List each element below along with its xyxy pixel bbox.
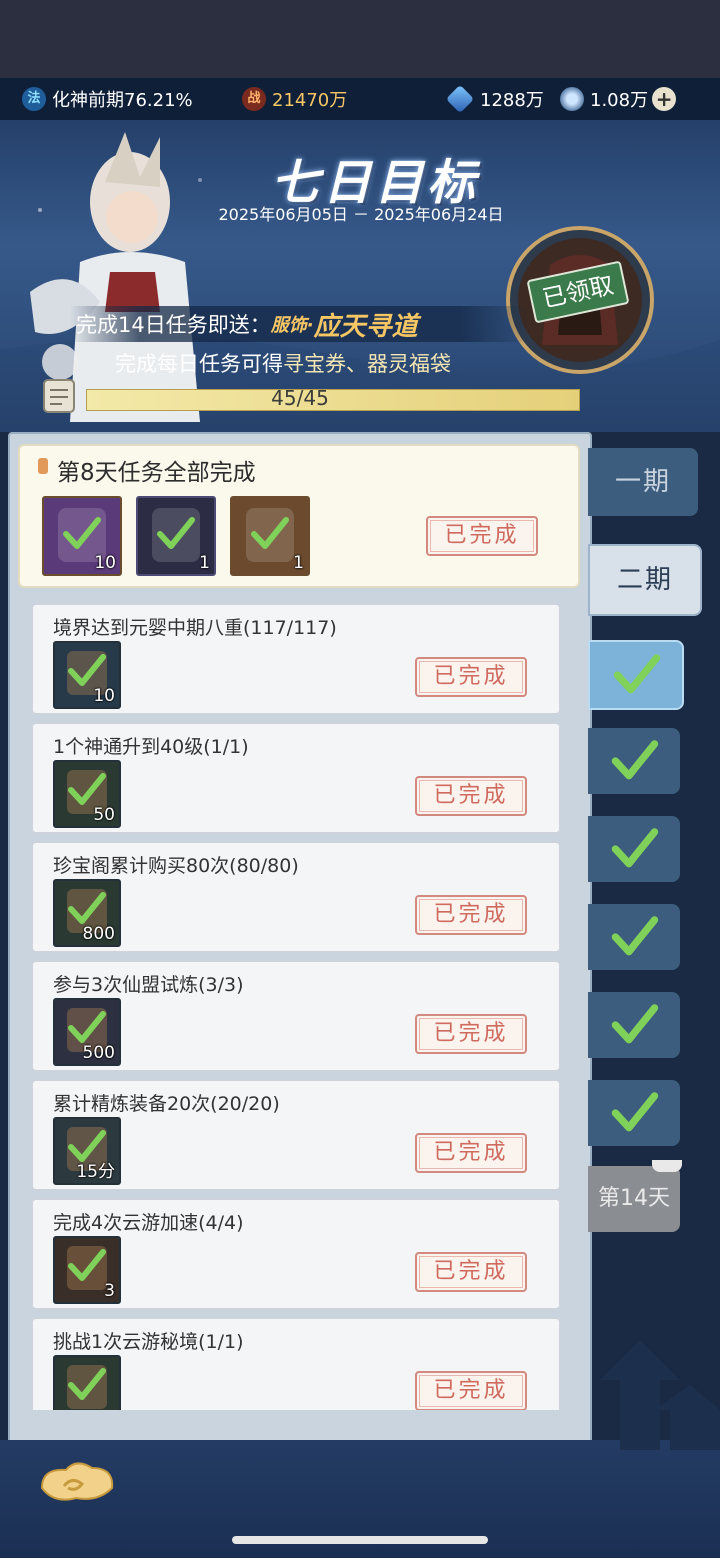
power-text: 21470万: [272, 90, 348, 111]
checkmark-icon: [611, 1004, 659, 1044]
reward-item[interactable]: 1: [136, 496, 216, 576]
realm-text: 化神前期76.21%: [52, 90, 193, 111]
reward-item[interactable]: 10: [42, 496, 122, 576]
tab-day-completed[interactable]: [588, 1080, 680, 1146]
task-status-button[interactable]: 已完成: [415, 1133, 527, 1173]
task-status-button[interactable]: 已完成: [415, 776, 527, 816]
task-reward-count: 50: [93, 805, 115, 825]
plus-icon[interactable]: +: [652, 87, 677, 111]
crystal-icon: [445, 84, 475, 114]
task-reward-item[interactable]: 10: [53, 641, 121, 709]
fourteen-day-reward-line: 完成14日任务即送： 服饰· 应天寻道: [70, 306, 530, 342]
task-reward-item[interactable]: 500: [53, 998, 121, 1066]
task-name: 挑战1次云游秘境(1/1): [53, 1331, 244, 1353]
coin-display: 1.08万 +: [560, 86, 677, 112]
checkmark-icon: [63, 517, 101, 549]
day-tab-marker: [652, 1160, 682, 1172]
task-reward-count: 15分: [76, 1162, 115, 1182]
tab-day-completed[interactable]: [588, 992, 680, 1058]
tab-day-completed[interactable]: [588, 728, 680, 794]
daily-reward-prefix: 完成每日任务可得: [115, 352, 283, 376]
task-status-button[interactable]: 已完成: [415, 1014, 527, 1054]
realm-display: 法 化神前期76.21%: [22, 86, 193, 112]
task-reward-count: 800: [82, 924, 115, 944]
home-indicator[interactable]: [232, 1536, 488, 1544]
task-reward-item[interactable]: 50: [53, 760, 121, 828]
daily-reward-items: 寻宝券、器灵福袋: [283, 352, 451, 376]
tag-icon: [38, 458, 48, 474]
day-summary-status-button[interactable]: 已完成: [426, 516, 538, 556]
checkmark-icon: [68, 1368, 106, 1400]
task-status-button[interactable]: 已完成: [415, 1371, 527, 1410]
resource-bar: 法 化神前期76.21% 战 21470万 1288万 1.08万 +: [0, 78, 720, 120]
checkmark-icon: [613, 654, 661, 694]
reward-count: 1: [293, 553, 304, 573]
tab-day-14[interactable]: 第14天: [588, 1166, 680, 1232]
coin-text: 1.08万: [590, 90, 649, 111]
claim-reward-badge[interactable]: 已领取: [500, 225, 660, 375]
task-name: 1个神通升到40级(1/1): [53, 736, 249, 758]
task-reward-item[interactable]: 3: [53, 1236, 121, 1304]
checkmark-icon: [68, 1249, 106, 1281]
task-status-button[interactable]: 已完成: [415, 1252, 527, 1292]
task-reward-count: 10: [93, 686, 115, 706]
checkmark-icon: [157, 517, 195, 549]
task-row: 累计精炼装备20次(20/20) 15分 已完成: [32, 1080, 560, 1190]
checkmark-icon: [251, 517, 289, 549]
checkmark-icon: [68, 654, 106, 686]
day-summary-title: 第8天任务全部完成: [57, 460, 256, 486]
reward-type: 服饰·: [270, 315, 314, 336]
task-row: 境界达到元婴中期八重(117/117) 10 已完成: [32, 604, 560, 714]
task-reward-count: 500: [82, 1043, 115, 1063]
checkmark-icon: [68, 1011, 106, 1043]
progress-text: 45/45: [271, 386, 329, 410]
crystal-text: 1288万: [480, 90, 544, 111]
reward-count: 10: [94, 553, 116, 573]
task-reward-count: 3: [104, 1281, 115, 1301]
checkmark-icon: [68, 892, 106, 924]
task-name: 境界达到元婴中期八重(117/117): [53, 617, 337, 639]
date-range: 2025年06月05日 － 2025年06月24日: [218, 205, 504, 224]
task-row: 珍宝阁累计购买80次(80/80) 800 已完成: [32, 842, 560, 952]
task-name: 完成4次云游加速(4/4): [53, 1212, 244, 1234]
checkmark-icon: [611, 916, 659, 956]
task-status-button[interactable]: 已完成: [415, 657, 527, 697]
reward-name: 应天寻道: [313, 311, 418, 342]
checkmark-icon: [611, 740, 659, 780]
checkmark-icon: [611, 1092, 659, 1132]
task-reward-item[interactable]: 800: [53, 879, 121, 947]
cloud-menu-icon[interactable]: [36, 1458, 118, 1510]
crystal-display: 1288万: [445, 84, 544, 114]
task-status-button[interactable]: 已完成: [415, 895, 527, 935]
checkmark-icon: [611, 828, 659, 868]
reward-item[interactable]: 1: [230, 496, 310, 576]
power-display: 战 21470万: [242, 86, 347, 112]
task-reward-item[interactable]: [53, 1355, 121, 1410]
task-name: 珍宝阁累计购买80次(80/80): [53, 855, 299, 877]
realm-icon: 法: [22, 87, 46, 111]
top-pattern-bar: [0, 0, 720, 78]
tab-period-1[interactable]: 一期: [588, 448, 698, 516]
checkmark-icon: [68, 773, 106, 805]
daily-reward-line: 完成每日任务可得寻宝券、器灵福袋: [115, 348, 451, 378]
coin-icon: [560, 87, 584, 111]
tab-day-completed[interactable]: [588, 640, 684, 710]
tab-period-2[interactable]: 二期: [588, 544, 702, 616]
task-list[interactable]: 境界达到元婴中期八重(117/117) 10 已完成 1个神通升到40级(1/1) 50…: [30, 598, 564, 1410]
pagoda-silhouette: [600, 1340, 720, 1450]
task-row: 完成4次云游加速(4/4) 3 已完成: [32, 1199, 560, 1309]
fourteen-day-reward-prefix: 完成14日任务即送：: [76, 313, 271, 337]
task-reward-item[interactable]: 15分: [53, 1117, 121, 1185]
task-row: 参与3次仙盟试炼(3/3) 500 已完成: [32, 961, 560, 1071]
tab-day-completed[interactable]: [588, 816, 680, 882]
scroll-icon: [43, 379, 75, 413]
power-icon: 战: [242, 87, 266, 111]
task-name: 参与3次仙盟试炼(3/3): [53, 974, 244, 996]
task-name: 累计精炼装备20次(20/20): [53, 1093, 280, 1115]
task-row: 挑战1次云游秘境(1/1) 已完成: [32, 1318, 560, 1410]
tab-day-completed[interactable]: [588, 904, 680, 970]
reward-count: 1: [199, 553, 210, 573]
task-row: 1个神通升到40级(1/1) 50 已完成: [32, 723, 560, 833]
